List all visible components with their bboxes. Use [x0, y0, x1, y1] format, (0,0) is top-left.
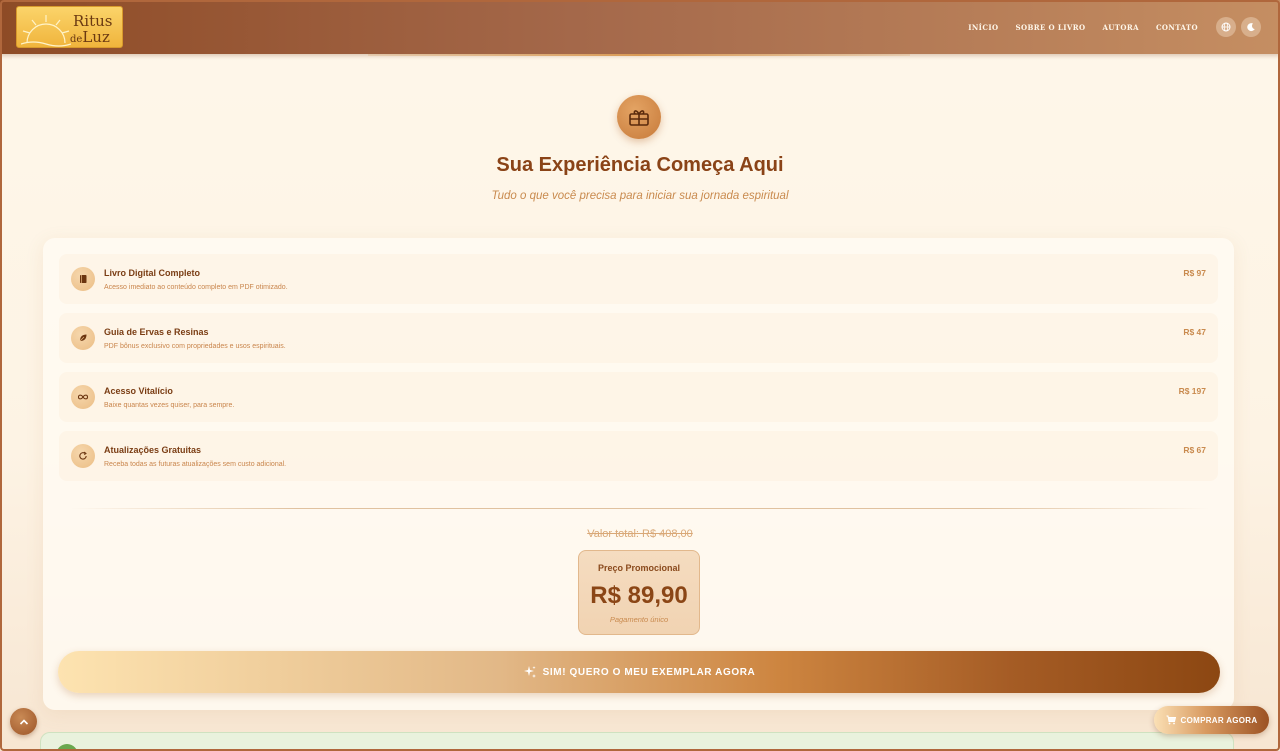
offer-card: Livro Digital Completo Acesso imediato a… — [43, 238, 1234, 710]
site-header: Ritus deLuz INÍCIO SOBRE O LIVRO AUTORA … — [0, 0, 1280, 54]
book-icon — [80, 275, 87, 283]
infinity-icon — [77, 394, 89, 400]
cta-label: SIM! QUERO O MEU EXEMPLAR AGORA — [542, 666, 756, 678]
floating-buy-label: COMPRAR AGORA — [1180, 715, 1258, 725]
item-price: R$ 97 — [1183, 268, 1206, 278]
item-description: PDF bônus exclusivo com propriedades e u… — [104, 343, 286, 350]
nav-contato[interactable]: CONTATO — [1156, 23, 1198, 32]
refresh-icon — [79, 451, 87, 460]
item-title: Atualizações Gratuitas — [104, 445, 202, 455]
header-accent-line — [368, 54, 910, 56]
promo-price: R$ 89,90 — [590, 582, 688, 609]
item-description: Baixe quantas vezes quiser, para sempre. — [104, 402, 235, 409]
section-title: Sua Experiência Começa Aqui — [496, 154, 784, 176]
item-icon-badge — [71, 326, 95, 350]
item-description: Acesso imediato ao conteúdo completo em … — [104, 284, 288, 291]
cart-icon — [1166, 715, 1176, 725]
chevron-up-icon — [19, 718, 28, 725]
hero-gift-badge — [617, 95, 661, 139]
offer-item: Atualizações Gratuitas Receba todas as f… — [59, 431, 1218, 481]
buy-now-cta-button[interactable]: SIM! QUERO O MEU EXEMPLAR AGORA — [58, 651, 1220, 693]
item-title: Acesso Vitalício — [104, 386, 173, 396]
promo-label: Preço Promocional — [597, 563, 681, 573]
item-price: R$ 47 — [1183, 327, 1206, 337]
item-price: R$ 67 — [1183, 445, 1206, 455]
promo-price-box: Preço Promocional R$ 89,90 Pagamento úni… — [578, 550, 700, 635]
item-icon-badge — [71, 444, 95, 468]
payment-note: Pagamento único — [609, 615, 669, 624]
offer-item: Livro Digital Completo Acesso imediato a… — [59, 254, 1218, 304]
offer-item: Guia de Ervas e Resinas PDF bônus exclus… — [59, 313, 1218, 363]
item-icon-badge — [71, 267, 95, 291]
moon-icon — [1247, 23, 1255, 32]
item-title: Guia de Ervas e Resinas — [104, 327, 209, 337]
item-description: Receba todas as futuras atualizações sem… — [104, 461, 287, 468]
nav-autora[interactable]: AUTORA — [1102, 23, 1139, 32]
leaf-icon — [79, 334, 87, 342]
sparkle-icon — [523, 666, 536, 678]
logo[interactable]: Ritus deLuz — [16, 6, 123, 48]
sun-logo-icon — [21, 15, 71, 47]
item-title: Livro Digital Completo — [104, 268, 201, 278]
language-button[interactable] — [1216, 17, 1236, 37]
nav-sobre-o-livro[interactable]: SOBRE O LIVRO — [1016, 23, 1086, 32]
globe-icon — [1221, 22, 1231, 32]
total-value-strikethrough: Valor total: R$ 408,00 — [587, 528, 693, 540]
item-icon-badge — [71, 385, 95, 409]
main-nav: INÍCIO SOBRE O LIVRO AUTORA CONTATO — [968, 0, 1198, 54]
section-subtitle: Tudo o que você precisa para iniciar sua… — [491, 190, 789, 202]
offer-item: Acesso Vitalício Baixe quantas vezes qui… — [59, 372, 1218, 422]
item-price: R$ 197 — [1178, 386, 1206, 396]
gift-icon — [629, 110, 649, 126]
next-section-strip — [40, 732, 1234, 751]
floating-buy-button[interactable]: COMPRAR AGORA — [1154, 706, 1269, 734]
nav-inicio[interactable]: INÍCIO — [968, 23, 998, 32]
logo-word-luz: deLuz — [70, 28, 110, 46]
theme-toggle-button[interactable] — [1241, 17, 1261, 37]
section-divider — [70, 508, 1210, 509]
scroll-to-top-button[interactable] — [10, 708, 37, 735]
